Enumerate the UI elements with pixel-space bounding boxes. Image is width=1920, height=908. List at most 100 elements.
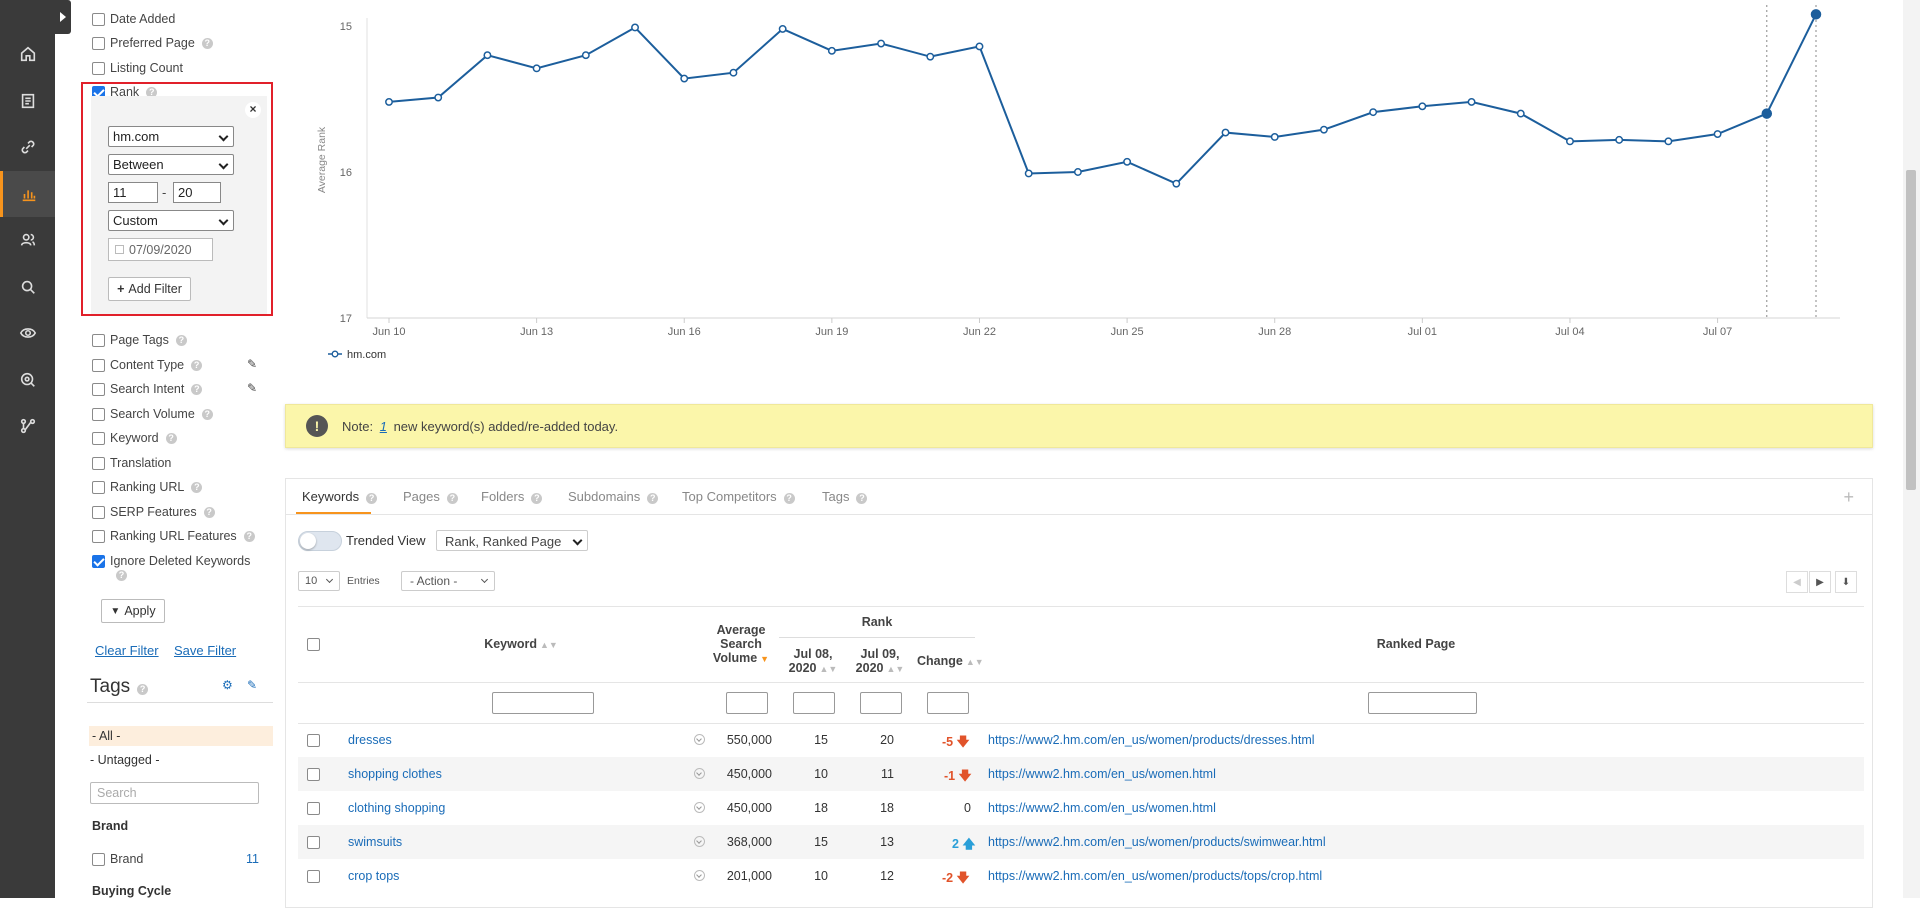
tag-all[interactable]: - All - xyxy=(89,726,273,746)
tab-folders[interactable]: Folders? xyxy=(481,489,543,504)
keyword-link[interactable]: crop tops xyxy=(348,869,399,883)
table-row[interactable]: swimsuits 368,000 15 13 2 🡅 https://www2… xyxy=(298,825,1864,859)
expand-nav-button[interactable] xyxy=(55,0,71,34)
change-filter-input[interactable] xyxy=(927,692,969,714)
keyword-link[interactable]: clothing shopping xyxy=(348,801,445,815)
table-row[interactable]: shopping clothes 450,000 10 11 -1 🡇 http… xyxy=(298,757,1864,791)
row-checkbox[interactable] xyxy=(307,802,320,815)
select-all-checkbox[interactable] xyxy=(307,638,320,651)
tab-keywords[interactable]: Keywords? xyxy=(302,489,378,504)
volume-filter-input[interactable] xyxy=(726,692,768,714)
ranked-page-link[interactable]: https://www2.hm.com/en_us/women/products… xyxy=(988,835,1326,849)
help-icon[interactable]: ? xyxy=(175,334,187,346)
close-icon[interactable]: × xyxy=(245,102,261,118)
domain-select[interactable]: hm.com xyxy=(108,126,234,147)
ranked-page-link[interactable]: https://www2.hm.com/en_us/women/products… xyxy=(988,733,1315,747)
header-keyword[interactable]: Keyword ▲▼ xyxy=(456,637,586,652)
filter-search-intent[interactable]: Search Intent? xyxy=(92,380,203,398)
columns-select[interactable]: Rank, Ranked Page xyxy=(436,530,588,551)
scrollbar-thumb[interactable] xyxy=(1906,170,1916,490)
rank-max-input[interactable]: 20 xyxy=(173,182,221,203)
filter-ranking-url-features[interactable]: Ranking URL Features? xyxy=(92,527,255,545)
ranked-page-link[interactable]: https://www2.hm.com/en_us/women.html xyxy=(988,801,1216,815)
checkbox[interactable] xyxy=(92,480,105,494)
row-checkbox[interactable] xyxy=(307,870,320,883)
help-icon[interactable]: ? xyxy=(647,493,659,504)
checkbox[interactable] xyxy=(92,407,105,421)
checkbox[interactable] xyxy=(92,852,105,866)
ranked-page-filter-input[interactable] xyxy=(1368,692,1477,714)
help-icon[interactable]: ? xyxy=(531,493,543,504)
checkbox[interactable] xyxy=(92,333,105,347)
ranked-page-link[interactable]: https://www2.hm.com/en_us/women/products… xyxy=(988,869,1322,883)
table-row[interactable]: dresses 550,000 15 20 -5 🡇 https://www2.… xyxy=(298,723,1864,757)
filter-serp-features[interactable]: SERP Features? xyxy=(92,503,215,521)
jul09-filter-input[interactable] xyxy=(860,692,902,714)
checkbox[interactable] xyxy=(92,456,105,470)
help-icon[interactable]: ? xyxy=(366,493,378,504)
filter-preferred-page[interactable]: Preferred Page? xyxy=(92,34,213,52)
help-icon[interactable]: ? xyxy=(191,481,203,493)
clear-filter-link[interactable]: Clear Filter xyxy=(95,643,159,658)
checkbox[interactable] xyxy=(92,382,105,396)
dropdown-icon[interactable] xyxy=(694,836,705,847)
report-icon[interactable] xyxy=(0,78,55,124)
header-change[interactable]: Change ▲▼ xyxy=(917,654,984,669)
tag-search-input[interactable]: Search xyxy=(90,782,259,804)
download-icon[interactable]: ⬇ xyxy=(1835,571,1857,593)
operator-select[interactable]: Between xyxy=(108,154,234,175)
filter-search-volume[interactable]: Search Volume? xyxy=(92,405,213,423)
tag-brand[interactable]: Brand xyxy=(92,850,143,868)
filter-ignore-deleted[interactable]: Ignore Deleted Keywords xyxy=(92,552,250,570)
dropdown-icon[interactable] xyxy=(694,734,705,745)
tab-subdomains[interactable]: Subdomains? xyxy=(568,489,659,504)
help-icon[interactable]: ? xyxy=(203,506,215,518)
help-icon[interactable]: ? xyxy=(191,359,203,371)
table-row[interactable]: clothing shopping 450,000 18 18 0 https:… xyxy=(298,791,1864,825)
row-checkbox[interactable] xyxy=(307,836,320,849)
prev-page-button[interactable]: ◀ xyxy=(1786,571,1808,593)
dropdown-icon[interactable] xyxy=(694,870,705,881)
keyword-link[interactable]: swimsuits xyxy=(348,835,402,849)
filter-keyword[interactable]: Keyword? xyxy=(92,429,177,447)
help-icon[interactable]: ? xyxy=(165,432,177,444)
checkbox-checked[interactable] xyxy=(92,554,105,568)
checkbox[interactable] xyxy=(92,36,105,50)
checkbox[interactable] xyxy=(92,431,105,445)
keyword-filter-input[interactable] xyxy=(492,692,594,714)
network-icon[interactable] xyxy=(0,403,55,449)
ranked-page-link[interactable]: https://www2.hm.com/en_us/women.html xyxy=(988,767,1216,781)
rank-min-input[interactable]: 11 xyxy=(108,182,158,203)
help-icon[interactable]: ? xyxy=(856,493,868,504)
filter-ranking-url[interactable]: Ranking URL? xyxy=(92,478,203,496)
help-icon[interactable]: ? xyxy=(201,408,213,420)
users-icon[interactable] xyxy=(0,217,55,263)
period-select[interactable]: Custom xyxy=(108,210,234,231)
filter-date-added[interactable]: Date Added xyxy=(92,10,175,28)
header-jul08[interactable]: Jul 08, 2020 ▲▼ xyxy=(783,647,843,676)
help-icon[interactable]: ? xyxy=(783,493,795,504)
tab-tags[interactable]: Tags? xyxy=(822,489,868,504)
tab-pages[interactable]: Pages? xyxy=(403,489,458,504)
checkbox[interactable] xyxy=(92,529,105,543)
filter-translation[interactable]: Translation xyxy=(92,454,171,472)
edit-search-intent-icon[interactable]: ✎ xyxy=(247,381,257,395)
pencil-icon[interactable]: ✎ xyxy=(247,678,257,692)
gear-icon[interactable]: ⚙ xyxy=(222,678,233,692)
jul08-filter-input[interactable] xyxy=(793,692,835,714)
filter-page-tags[interactable]: Page Tags? xyxy=(92,331,187,349)
target-search-icon[interactable] xyxy=(0,357,55,403)
link-icon[interactable] xyxy=(0,124,55,170)
help-icon[interactable]: ? xyxy=(137,684,149,695)
filter-listing-count[interactable]: Listing Count xyxy=(92,59,183,77)
edit-content-type-icon[interactable]: ✎ xyxy=(247,357,257,371)
help-icon[interactable]: ? xyxy=(201,37,213,49)
help-icon[interactable]: ? xyxy=(191,383,203,395)
trended-view-toggle[interactable] xyxy=(298,531,342,551)
filter-content-type[interactable]: Content Type? xyxy=(92,356,203,374)
rankings-chart-icon[interactable] xyxy=(0,171,55,217)
keyword-link[interactable]: shopping clothes xyxy=(348,767,442,781)
header-volume[interactable]: Average Search Volume ▼ xyxy=(706,623,776,666)
next-page-button[interactable]: ▶ xyxy=(1809,571,1831,593)
keyword-link[interactable]: dresses xyxy=(348,733,392,747)
